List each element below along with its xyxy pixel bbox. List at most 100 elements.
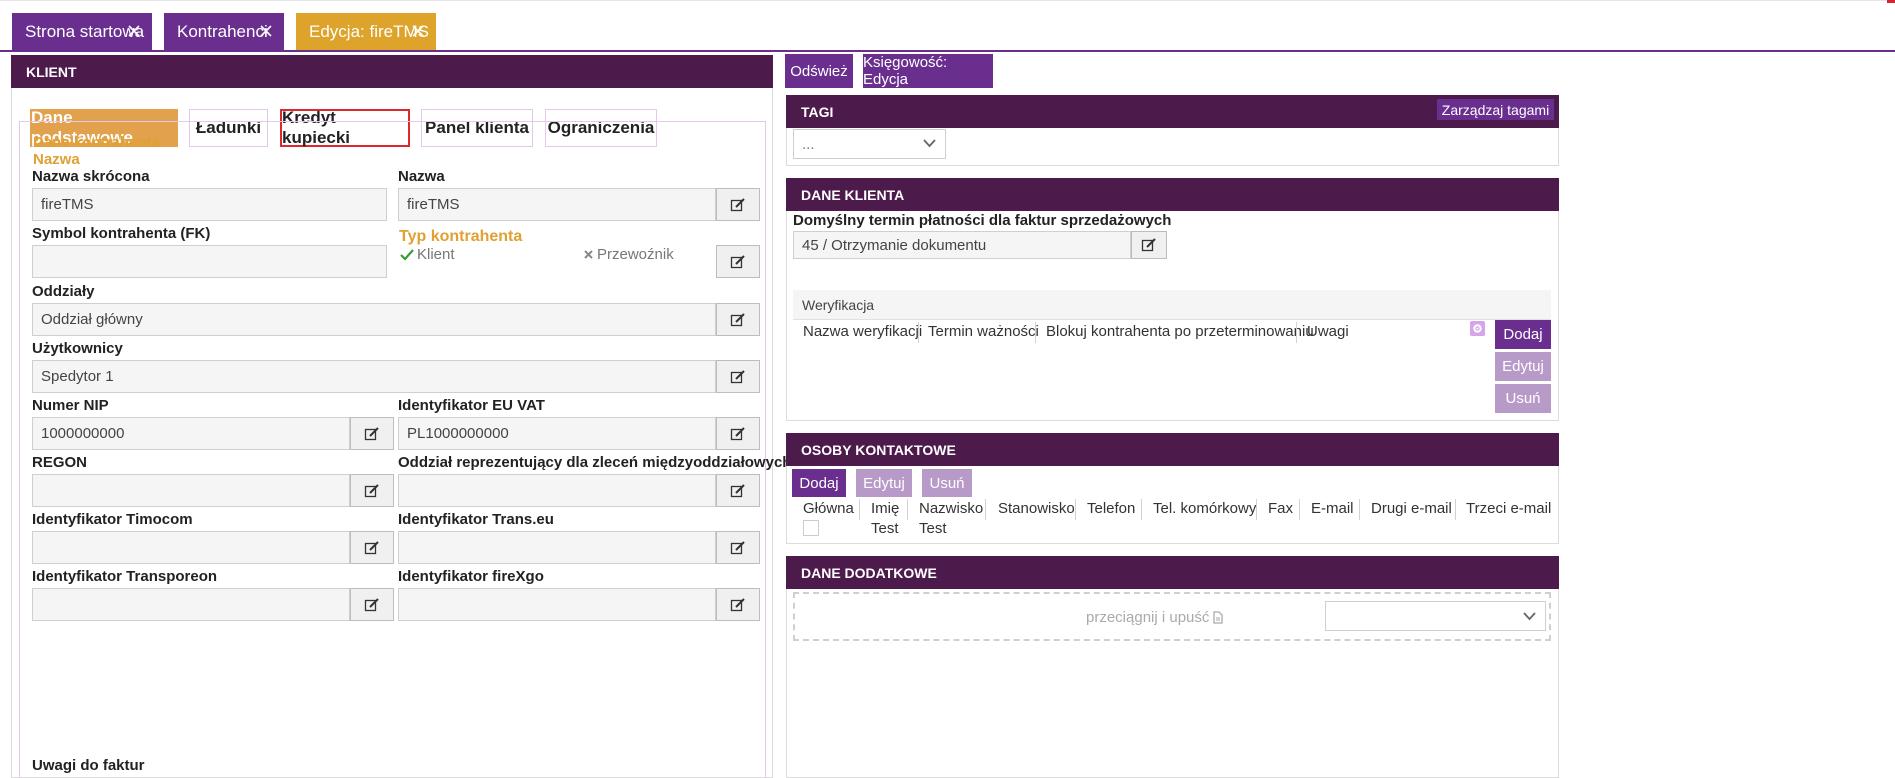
- edit-nip-button[interactable]: [350, 417, 394, 450]
- panel-header-extra: DANE DODATKOWE: [786, 556, 1559, 589]
- edit-icon: [730, 312, 746, 328]
- type-przewoznik[interactable]: Przewoźnik: [583, 246, 674, 263]
- column-divider: [907, 499, 908, 520]
- edit-timocom-button[interactable]: [350, 531, 394, 564]
- manage-tags-button[interactable]: Zarządzaj tagami: [1437, 99, 1554, 120]
- tab-edycja-firetms[interactable]: Edycja: fireTMS: [296, 13, 436, 50]
- check-icon: [400, 248, 414, 261]
- section-subtitle: Nazwa: [33, 151, 80, 168]
- column-divider: [1075, 499, 1076, 520]
- close-icon[interactable]: [126, 23, 142, 39]
- type-klient[interactable]: Klient: [400, 246, 455, 263]
- symbol-input[interactable]: [32, 245, 387, 278]
- panel-title: OSOBY KONTAKTOWE: [801, 441, 956, 458]
- verification-header: Weryfikacja: [793, 290, 1551, 320]
- regon-input[interactable]: [32, 474, 350, 507]
- contacts-col: Stanowisko: [998, 500, 1075, 517]
- tags-select-value: ...: [802, 135, 815, 153]
- name-input[interactable]: fireTMS: [398, 188, 716, 221]
- contacts-edit-button[interactable]: Edytuj: [856, 469, 912, 497]
- edit-icon: [730, 254, 746, 270]
- type-klient-label: Klient: [417, 246, 455, 263]
- column-divider: [1455, 499, 1456, 520]
- edit-regon-button[interactable]: [350, 474, 394, 507]
- panel-header-contacts: OSOBY KONTAKTOWE: [786, 433, 1559, 466]
- eu-vat-input[interactable]: PL1000000000: [398, 417, 716, 450]
- contact-last-name: Test: [919, 520, 947, 537]
- type-przewoznik-label: Przewoźnik: [597, 246, 674, 263]
- accounting-edit-button[interactable]: Księgowość: Edycja: [863, 54, 993, 88]
- verification-col: Uwagi: [1307, 323, 1349, 340]
- extra-select[interactable]: [1325, 601, 1546, 631]
- verification-add-button[interactable]: Dodaj: [1495, 320, 1551, 349]
- firexgo-input[interactable]: [398, 588, 716, 621]
- edit-eu-vat-button[interactable]: [716, 417, 760, 450]
- tab-label: Kontrahenci: [177, 21, 268, 41]
- transporeon-input[interactable]: [32, 588, 350, 621]
- main-contact-checkbox[interactable]: [803, 520, 819, 536]
- payment-term-input[interactable]: 45 / Otrzymanie dokumentu: [793, 231, 1131, 259]
- column-divider: [1359, 499, 1360, 520]
- label-nip: Numer NIP: [32, 397, 109, 414]
- dropzone-label: przeciągnij i upuść: [1086, 609, 1210, 626]
- contacts-col: Fax: [1268, 500, 1294, 517]
- file-icon: [1213, 611, 1224, 624]
- nip-input[interactable]: 1000000000: [32, 417, 350, 450]
- panel-title: DANE KLIENTA: [801, 186, 905, 203]
- contact-first-name: Test: [871, 520, 899, 537]
- contacts-col: E-mail: [1311, 500, 1354, 517]
- verification-col: Blokuj kontrahenta po przeterminowaniu: [1046, 323, 1314, 340]
- verification-edit-button[interactable]: Edytuj: [1495, 352, 1551, 381]
- dropzone-text: przeciągnij i upuść: [1086, 609, 1224, 626]
- edit-rep-branch-button[interactable]: [716, 474, 760, 507]
- edit-name-button[interactable]: [716, 188, 760, 221]
- label-invoice-notes: Uwagi do faktur: [32, 757, 145, 774]
- edit-icon: [730, 540, 746, 556]
- refresh-button[interactable]: Odśwież: [785, 54, 853, 88]
- close-icon[interactable]: [410, 23, 426, 39]
- panel-header-client-data: DANE KLIENTA: [786, 178, 1559, 211]
- rep-branch-input[interactable]: [398, 474, 716, 507]
- column-divider: [985, 499, 986, 520]
- edit-icon: [730, 483, 746, 499]
- contacts-add-button[interactable]: Dodaj: [792, 469, 846, 497]
- contacts-col: Telefon: [1087, 500, 1136, 517]
- tags-select[interactable]: ...: [793, 129, 946, 159]
- label-regon: REGON: [32, 454, 88, 471]
- label-timocom: Identyfikator Timocom: [32, 511, 193, 528]
- edit-firexgo-button[interactable]: [716, 588, 760, 621]
- label-transeu: Identyfikator Trans.eu: [398, 511, 554, 528]
- verification-col: Termin ważności: [928, 323, 1039, 340]
- label-branches: Oddziały: [32, 283, 95, 300]
- edit-branches-button[interactable]: [716, 303, 760, 336]
- edit-type-button[interactable]: [716, 245, 760, 278]
- column-divider: [1296, 322, 1297, 343]
- edit-users-button[interactable]: [716, 360, 760, 393]
- label-name: Nazwa: [398, 168, 445, 185]
- gear-icon[interactable]: [1470, 321, 1485, 336]
- tab-kontrahenci[interactable]: Kontrahenci: [164, 13, 284, 50]
- column-divider: [859, 499, 860, 520]
- label-eu-vat: Identyfikator EU VAT: [398, 397, 545, 414]
- transeu-input[interactable]: [398, 531, 716, 564]
- edit-icon: [364, 426, 380, 442]
- label-transporeon: Identyfikator Transporeon: [32, 568, 218, 585]
- users-input[interactable]: Spedytor 1: [32, 360, 716, 393]
- column-divider: [1035, 322, 1036, 343]
- contacts-delete-button[interactable]: Usuń: [922, 469, 972, 497]
- chevron-down-icon: [1523, 612, 1536, 621]
- edit-transeu-button[interactable]: [716, 531, 760, 564]
- timocom-input[interactable]: [32, 531, 350, 564]
- edit-transporeon-button[interactable]: [350, 588, 394, 621]
- short-name-input[interactable]: fireTMS: [32, 188, 387, 221]
- verification-delete-button[interactable]: Usuń: [1495, 384, 1551, 413]
- edit-icon: [730, 597, 746, 613]
- edit-icon: [730, 197, 746, 213]
- close-icon[interactable]: [258, 23, 274, 39]
- column-divider: [918, 322, 919, 343]
- tab-strona-startowa[interactable]: Strona startowa: [12, 13, 152, 50]
- tab-bar-underline: [0, 50, 1895, 52]
- label-contractor-type: Typ kontrahenta: [399, 228, 523, 245]
- branches-input[interactable]: Oddział główny: [32, 303, 716, 336]
- edit-payment-term-button[interactable]: [1131, 231, 1167, 259]
